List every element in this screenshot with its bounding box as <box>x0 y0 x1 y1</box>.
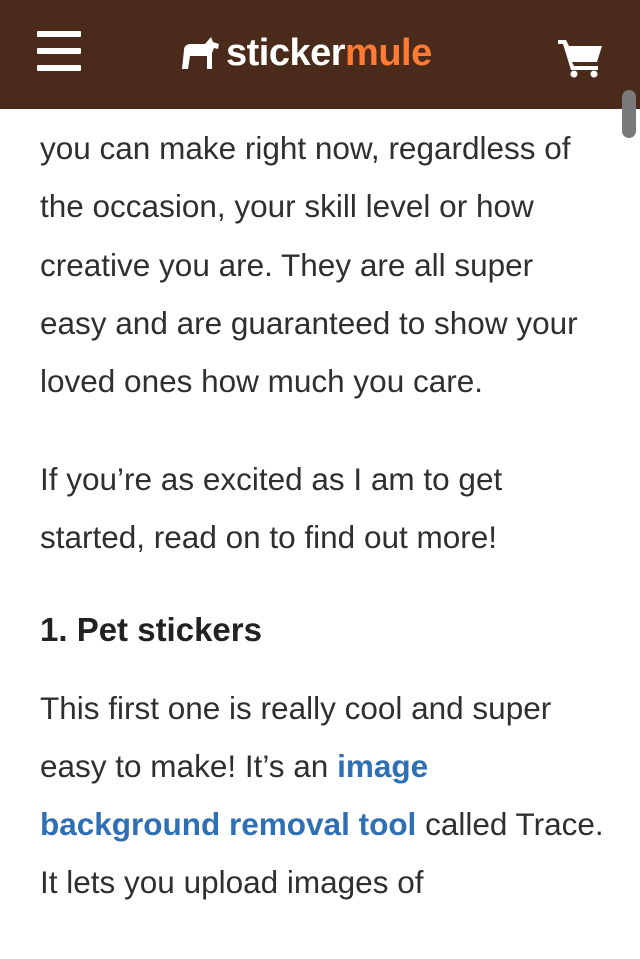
page-scrollbar[interactable] <box>622 90 636 138</box>
mule-icon <box>182 37 219 69</box>
intro-paragraph: These are the 5 best ideas for gifts tha… <box>40 72 586 400</box>
article-body: These are the 5 best ideas for gifts tha… <box>40 61 606 911</box>
logo-wordmark: stickermule <box>226 32 432 74</box>
shopping-cart-icon[interactable] <box>556 36 604 78</box>
excited-paragraph: If you’re as excited as I am to get star… <box>40 461 503 556</box>
pet-stickers-text-before: This first one is really cool and super … <box>40 689 552 784</box>
section-heading-pet-stickers: 1. Pet stickers <box>40 610 262 648</box>
hamburger-menu-icon[interactable] <box>37 31 81 73</box>
pet-stickers-paragraph: This first one is really cool and super … <box>40 679 606 912</box>
page: These are the 5 best ideas for gifts tha… <box>0 0 640 959</box>
stickermule-logo[interactable]: stickermule <box>178 28 432 78</box>
site-header: stickermule <box>0 0 640 109</box>
